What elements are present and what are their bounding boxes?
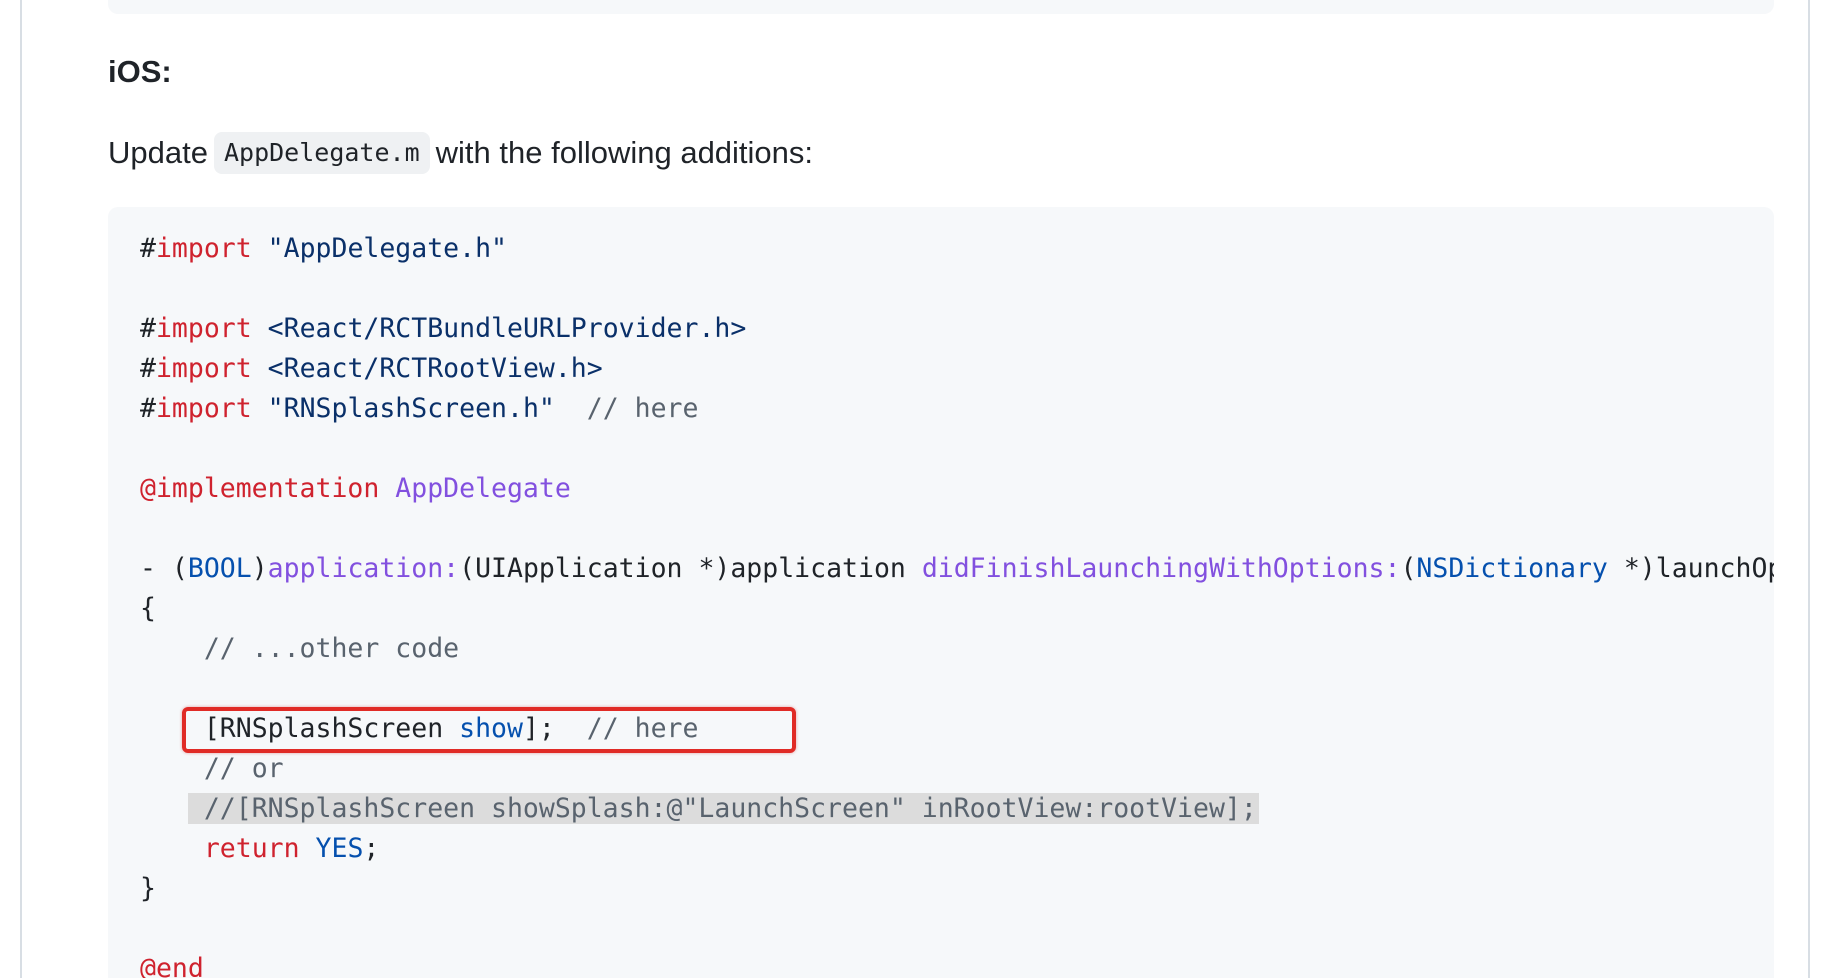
intro-text-after: with the following additions: [435,135,814,170]
section-heading: iOS: [108,54,172,89]
intro-paragraph: Update AppDelegate.m with the following ad… [108,130,813,176]
previous-code-block [108,0,1774,14]
code-line-11: // ...other code [203,633,460,664]
red-callout-box [182,707,796,753]
inline-code-filename: AppDelegate.m [213,132,430,174]
code-line-15: //[RNSplashScreen showSplash:@"LaunchScr… [140,789,1774,829]
code-line-5: #import "RNSplashScreen.h" // here [140,393,699,424]
code-line-9: - (BOOL)application:(UIApplication *)app… [140,553,1774,584]
code-block[interactable]: #import "AppDelegate.h" #import <React/RC… [108,207,1774,978]
code-line-19: @end [140,953,204,978]
code-line-3: #import <React/RCTBundleURLProvider.h> [140,313,747,344]
code-line-1: #import "AppDelegate.h" [140,233,507,264]
code-line-4: #import <React/RCTRootView.h> [140,353,603,384]
intro-text-before: Update [108,135,208,170]
markdown-body: iOS: Update AppDelegate.m with the followi… [20,0,1810,978]
code-content[interactable]: #import "AppDelegate.h" #import <React/RC… [140,229,1774,978]
code-line-14: // or [203,753,284,784]
highlighted-alt-comment: //[RNSplashScreen showSplash:@"LaunchScr… [187,793,1259,824]
code-line-7: @implementation AppDelegate [140,473,571,504]
code-line-10: { [140,593,156,624]
code-line-17: } [140,873,156,904]
code-line-16: return YES; [203,833,380,864]
